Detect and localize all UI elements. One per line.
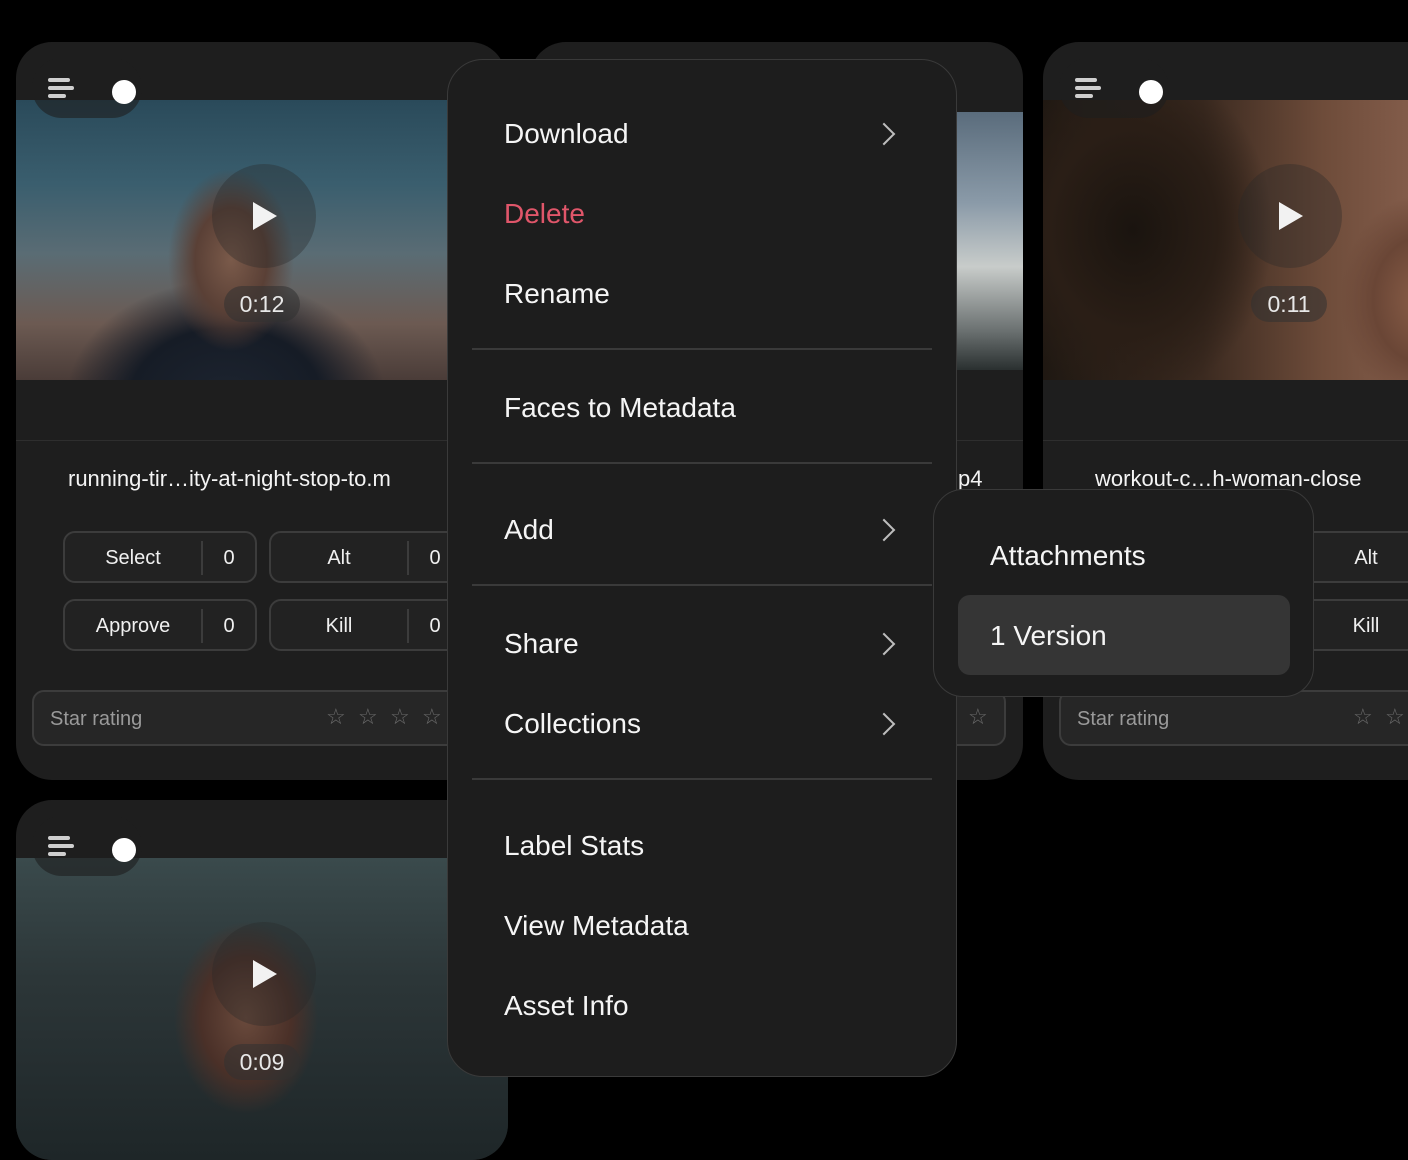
- play-icon[interactable]: [1238, 164, 1342, 268]
- play-icon[interactable]: [212, 164, 316, 268]
- select-button[interactable]: Select 0: [63, 531, 257, 583]
- kill-button[interactable]: Kill 0: [269, 599, 463, 651]
- submenu-item-version[interactable]: 1 Version: [990, 619, 1107, 653]
- card-controls: [1059, 58, 1169, 118]
- alt-label: Alt: [327, 547, 351, 569]
- menu-item-delete[interactable]: Delete: [504, 197, 585, 231]
- menu-item-share[interactable]: Share: [504, 627, 579, 661]
- kill-label: Kill: [1352, 615, 1380, 637]
- drag-handle-icon[interactable]: [1075, 78, 1101, 98]
- menu-item-collections[interactable]: Collections: [504, 707, 641, 741]
- menu-divider: [472, 462, 932, 464]
- menu-item-label-stats[interactable]: Label Stats: [504, 829, 644, 863]
- asset-filename: running-tir…ity-at-night-stop-to.m: [68, 466, 391, 491]
- asset-card[interactable]: 0:09: [16, 800, 508, 1160]
- star-rating-label: Star rating: [50, 708, 143, 730]
- select-toggle-icon[interactable]: [112, 838, 136, 862]
- star-rating-label: Star rating: [1077, 708, 1170, 730]
- star-icon[interactable]: ☆: [968, 706, 990, 728]
- approve-button[interactable]: Approve 0: [63, 599, 257, 651]
- play-icon[interactable]: [212, 922, 316, 1026]
- divider: [1043, 440, 1408, 441]
- kill-label: Kill: [325, 615, 353, 637]
- menu-item-asset-info[interactable]: Asset Info: [504, 989, 629, 1023]
- chevron-right-icon: [872, 712, 896, 736]
- select-toggle-icon[interactable]: [112, 80, 136, 104]
- alt-button[interactable]: Alt 0: [269, 531, 463, 583]
- star-icon[interactable]: ☆: [422, 706, 444, 728]
- alt-label: Alt: [1354, 547, 1378, 569]
- chevron-right-icon: [872, 122, 896, 146]
- card-controls: [32, 816, 142, 876]
- menu-item-download[interactable]: Download: [504, 117, 629, 151]
- menu-item-faces-to-metadata[interactable]: Faces to Metadata: [504, 391, 736, 425]
- menu-divider: [472, 584, 932, 586]
- star-icon[interactable]: ☆: [358, 706, 380, 728]
- drag-handle-icon[interactable]: [48, 836, 74, 856]
- star-icon[interactable]: ☆: [390, 706, 412, 728]
- star-rating[interactable]: Star rating ☆ ☆ ☆ ☆: [32, 690, 492, 746]
- menu-item-add[interactable]: Add: [504, 513, 554, 547]
- menu-item-view-metadata[interactable]: View Metadata: [504, 909, 689, 943]
- select-count: 0: [223, 547, 235, 569]
- divider: [16, 440, 506, 441]
- context-menu: Download Delete Rename Faces to Metadata…: [447, 59, 957, 1077]
- star-icon[interactable]: ☆: [326, 706, 348, 728]
- chevron-right-icon: [872, 632, 896, 656]
- menu-item-rename[interactable]: Rename: [504, 277, 610, 311]
- drag-handle-icon[interactable]: [48, 78, 74, 98]
- select-label: Select: [105, 547, 161, 569]
- video-duration: 0:11: [1251, 286, 1327, 322]
- add-submenu: Attachments 1 Version: [933, 489, 1314, 697]
- select-toggle-icon[interactable]: [1139, 80, 1163, 104]
- video-duration: 0:09: [224, 1044, 300, 1080]
- approve-label: Approve: [95, 615, 171, 637]
- star-icon[interactable]: ☆: [1353, 706, 1375, 728]
- star-rating[interactable]: Star rating ☆ ☆: [1059, 690, 1408, 746]
- card-controls: [32, 58, 142, 118]
- submenu-item-attachments[interactable]: Attachments: [990, 539, 1146, 573]
- star-icon[interactable]: ☆: [1385, 706, 1407, 728]
- video-thumbnail[interactable]: [1043, 100, 1408, 380]
- menu-divider: [472, 778, 932, 780]
- chevron-right-icon: [872, 518, 896, 542]
- approve-count: 0: [223, 615, 235, 637]
- menu-divider: [472, 348, 932, 350]
- video-duration: 0:12: [224, 286, 300, 322]
- asset-card[interactable]: 0:12 running-tir…ity-at-night-stop-to.m …: [16, 42, 506, 780]
